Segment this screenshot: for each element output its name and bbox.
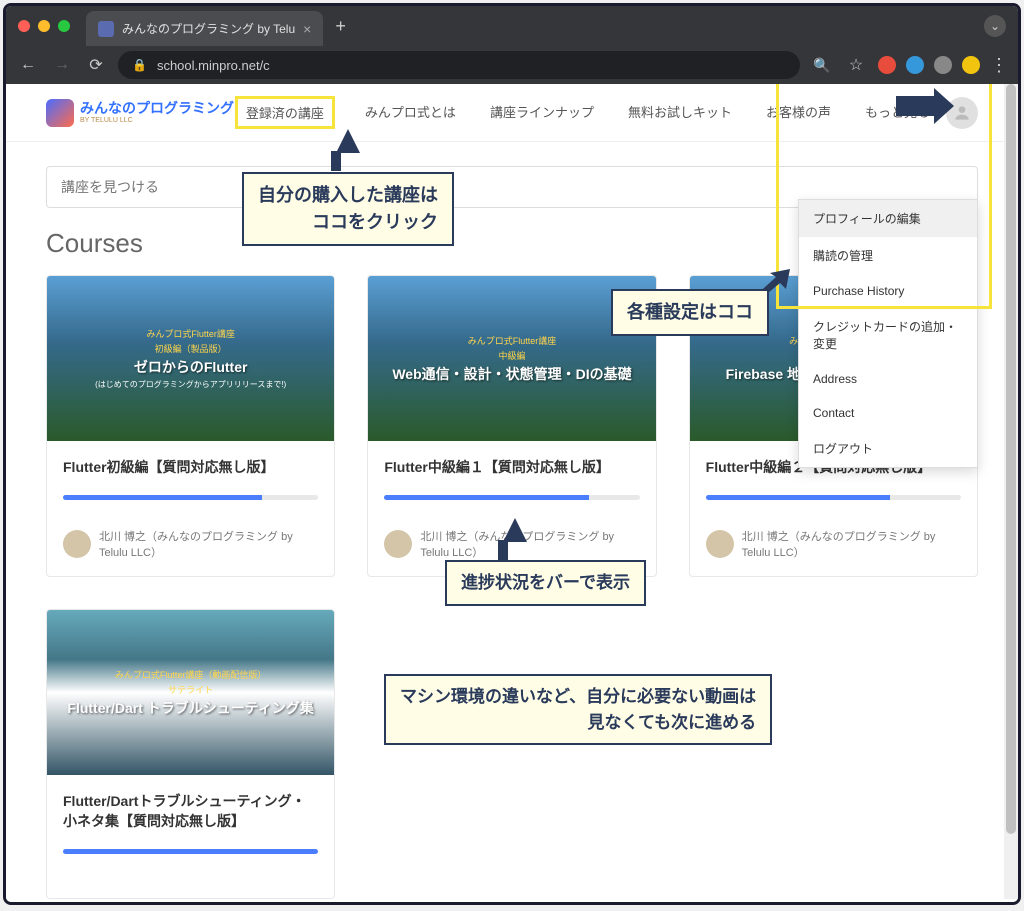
annotation-purchased-courses: 自分の購入した講座は ココをクリック [242,172,454,246]
new-tab-button[interactable]: + [335,16,346,37]
dropdown-edit-profile[interactable]: プロフィールの編集 [799,200,977,237]
course-title: Flutter/Dartトラブルシューティング・小ネタ集【質問対応無し版】 [63,791,318,831]
course-thumbnail: みんプロ式Flutter講座（動画配信版） サテライト Flutter/Dart… [47,610,334,775]
address-bar-row: ← → ⟳ 🔒 school.minpro.net/c 🔍 ☆ ⋮ [6,46,1018,84]
url-field[interactable]: 🔒 school.minpro.net/c [118,51,800,79]
lock-icon: 🔒 [132,58,147,72]
logo-text: みんなのプログラミング [80,101,234,116]
nav-registered-courses[interactable]: 登録済の講座 [235,96,335,129]
instructor-avatar [63,530,91,558]
instructor-name: 北川 博之（みんなのプログラミング by Telulu LLC） [742,528,961,560]
window-maximize-button[interactable] [58,20,70,32]
forward-button[interactable]: → [50,56,74,74]
site-header: みんなのプログラミング BY TELULU LLC 登録済の講座 みんプロ式とは… [6,84,1018,142]
window-close-button[interactable] [18,20,30,32]
instructor-avatar [706,530,734,558]
scrollbar-track[interactable] [1004,84,1018,899]
arrow-icon [336,129,360,153]
annotation-progress: 進捗状況をバーで表示 [445,560,646,606]
dropdown-subscriptions[interactable]: 購読の管理 [799,237,977,274]
extension-icon-3[interactable] [934,56,952,74]
progress-bar [63,849,318,854]
dropdown-contact[interactable]: Contact [799,396,977,430]
user-dropdown-menu: プロフィールの編集 購読の管理 Purchase History クレジットカー… [798,199,978,468]
instructor-avatar [384,530,412,558]
window-dropdown-button[interactable]: ⌄ [984,15,1006,37]
nav-testimonials[interactable]: お客様の声 [762,96,835,129]
page-viewport: みんなのプログラミング BY TELULU LLC 登録済の講座 みんプロ式とは… [6,84,1018,902]
instructor-name: 北川 博之（みんなのプログラミング by Telulu LLC） [420,528,639,560]
progress-fill [706,495,890,500]
progress-fill [384,495,588,500]
annotation-skip-videos: マシン環境の違いなど、自分に必要ない動画は 見なくても次に進める [384,674,772,745]
browser-menu-button[interactable]: ⋮ [990,55,1008,76]
progress-bar [63,495,318,500]
user-icon [952,103,972,123]
progress-bar [384,495,639,500]
arrow-icon [896,96,936,116]
annotation-settings: 各種設定はココ [611,289,769,336]
progress-bar [706,495,961,500]
progress-fill [63,495,262,500]
dropdown-address[interactable]: Address [799,362,977,396]
back-button[interactable]: ← [16,56,40,74]
browser-tab[interactable]: みんなのプログラミング by Telu × [86,11,323,46]
nav-lineup[interactable]: 講座ラインナップ [486,96,598,129]
scrollbar-thumb[interactable] [1006,84,1016,834]
zoom-out-icon[interactable]: 🔍 [810,57,834,74]
extension-icon-1[interactable] [878,56,896,74]
dropdown-logout[interactable]: ログアウト [799,430,977,467]
course-thumbnail: みんプロ式Flutter講座 初級編（製品版） ゼロからのFlutter (はじ… [47,276,334,441]
dropdown-purchase-history[interactable]: Purchase History [799,274,977,308]
site-logo[interactable]: みんなのプログラミング BY TELULU LLC [46,99,234,127]
nav-trial-kit[interactable]: 無料お試しキット [624,96,736,129]
logo-icon [46,99,74,127]
instructor-name: 北川 博之（みんなのプログラミング by Telulu LLC） [99,528,318,560]
course-card[interactable]: みんプロ式Flutter講座 初級編（製品版） ゼロからのFlutter (はじ… [46,275,335,577]
url-text: school.minpro.net/c [157,58,270,73]
logo-subtitle: BY TELULU LLC [80,117,234,124]
window-minimize-button[interactable] [38,20,50,32]
reload-button[interactable]: ⟳ [84,55,108,75]
bookmark-icon[interactable]: ☆ [844,55,868,75]
course-title: Flutter中級編１【質問対応無し版】 [384,457,639,477]
course-title: Flutter初級編【質問対応無し版】 [63,457,318,477]
tab-title: みんなのプログラミング by Telu [122,20,295,37]
favicon-icon [98,21,114,37]
arrow-icon [503,518,527,542]
dropdown-credit-card[interactable]: クレジットカードの追加・変更 [799,308,977,362]
browser-titlebar: みんなのプログラミング by Telu × + ⌄ [6,6,1018,46]
profile-icon[interactable] [962,56,980,74]
extension-icon-2[interactable] [906,56,924,74]
main-nav: 登録済の講座 みんプロ式とは 講座ラインナップ 無料お試しキット お客様の声 も… [235,96,934,129]
nav-about[interactable]: みんプロ式とは [361,96,460,129]
progress-fill [63,849,318,854]
tab-close-button[interactable]: × [303,21,311,37]
course-card[interactable]: みんプロ式Flutter講座（動画配信版） サテライト Flutter/Dart… [46,609,335,899]
